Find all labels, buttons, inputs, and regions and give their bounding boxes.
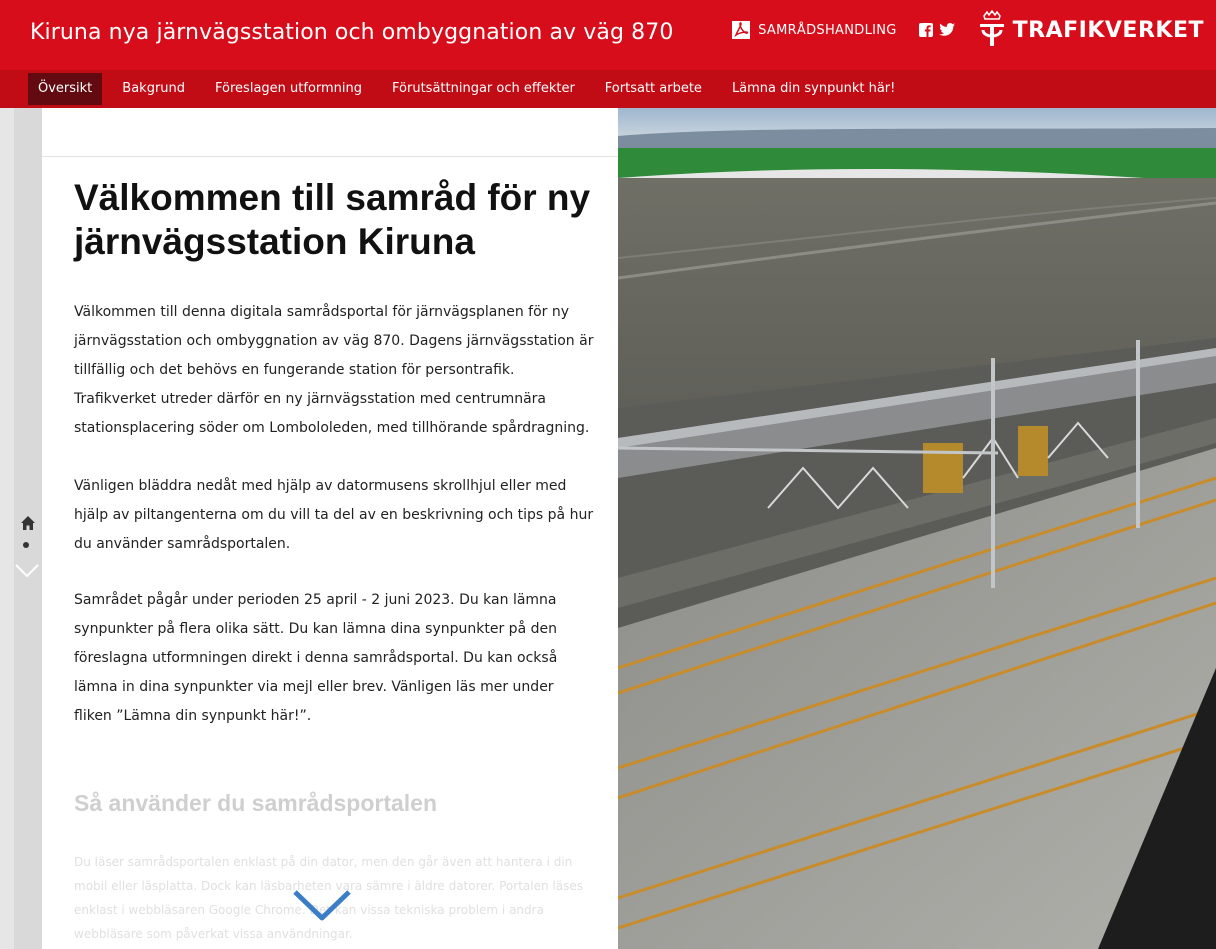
home-icon[interactable] xyxy=(20,515,36,531)
intro-paragraph: Välkommen till denna digitala samrådspor… xyxy=(74,304,594,436)
samradshandling-link[interactable]: SAMRÅDSHANDLING xyxy=(732,21,897,39)
header-bar: Kiruna nya järnvägsstation och ombyggnat… xyxy=(0,0,1216,70)
page-title: Kiruna nya järnvägsstation och ombyggnat… xyxy=(30,20,674,45)
header-actions: SAMRÅDSHANDLING TRAFIKVERKET xyxy=(732,0,1204,60)
tab-fortsatt-arbete[interactable]: Fortsatt arbete xyxy=(595,73,712,105)
content-panel: Välkommen till samråd för ny järnvägssta… xyxy=(42,108,618,949)
section-dot[interactable] xyxy=(23,542,29,548)
social-links xyxy=(918,23,955,37)
chevron-down-icon[interactable] xyxy=(15,562,39,580)
crown-logo-icon xyxy=(979,10,1004,46)
trafikverket-logo[interactable]: TRAFIKVERKET xyxy=(977,10,1204,50)
samradshandling-label: SAMRÅDSHANDLING xyxy=(758,22,897,38)
tab-lamna-synpunkt[interactable]: Lämna din synpunkt här! xyxy=(722,73,905,105)
pdf-icon xyxy=(732,21,751,39)
facebook-icon[interactable] xyxy=(918,23,933,37)
page-heading: Välkommen till samråd för ny järnvägssta… xyxy=(74,177,591,262)
scroll-hint-paragraph: Vänligen bläddra nedåt med hjälp av dato… xyxy=(74,478,594,552)
divider xyxy=(42,156,618,157)
tab-oversikt[interactable]: Översikt xyxy=(28,73,103,105)
scroll-down-icon[interactable] xyxy=(292,888,352,922)
station-render-image xyxy=(618,108,1216,949)
tab-forutsattningar-och-effekter[interactable]: Förutsättningar och effekter xyxy=(382,73,585,105)
tab-foreslagen-utformning[interactable]: Föreslagen utformning xyxy=(205,73,372,105)
main-nav: Översikt Bakgrund Föreslagen utformning … xyxy=(0,70,1216,108)
station-render-image xyxy=(618,108,1216,949)
twitter-icon[interactable] xyxy=(938,23,955,37)
section-subheading: Så använder du samrådsportalen xyxy=(74,790,438,816)
brand-name: TRAFIKVERKET xyxy=(1012,17,1204,43)
consultation-paragraph: Samrådet pågår under perioden 25 april -… xyxy=(74,592,558,724)
tab-bakgrund[interactable]: Bakgrund xyxy=(112,73,195,105)
